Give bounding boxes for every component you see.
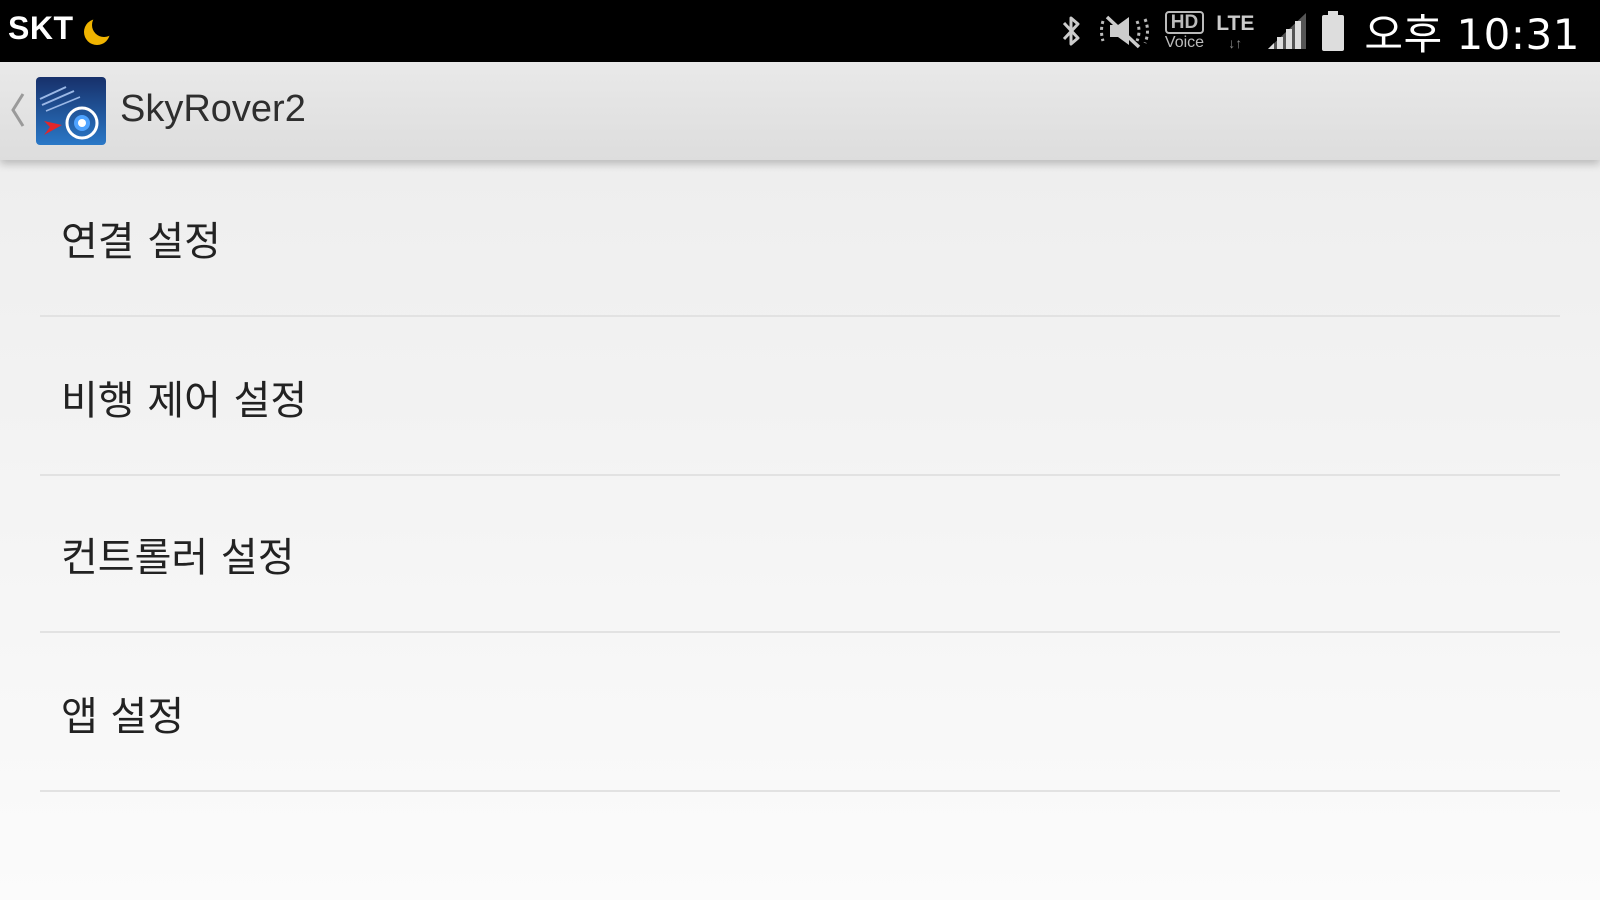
signal-icon [1268, 13, 1307, 49]
app-title: SkyRover2 [120, 88, 306, 130]
bluetooth-icon [1062, 16, 1080, 46]
list-item-app-settings[interactable]: 앱 설정 [40, 635, 1560, 792]
battery-icon [1322, 11, 1345, 51]
app-logo-icon[interactable] [36, 77, 106, 145]
mute-icon [1099, 15, 1149, 49]
hd-voice-icon: HD Voice [1164, 11, 1205, 51]
list-item-label: 앱 설정 [61, 693, 185, 740]
carrier-label: SKT [8, 10, 74, 46]
status-icons: HD Voice LTE ↓↑ 오후 10:31 [1059, 0, 1580, 62]
lte-label: LTE [1216, 11, 1255, 35]
hd-label: HD [1164, 11, 1205, 34]
list-item-label: 연결 설정 [61, 218, 221, 265]
voice-label: Voice [1164, 34, 1205, 51]
list-item-connection-settings[interactable]: 연결 설정 [40, 160, 1560, 317]
list-item-label: 비행 제어 설정 [61, 377, 308, 424]
status-bar: SKT HD Voice LTE ↓↑ 오후 10:31 [0, 0, 1600, 62]
back-chevron-icon[interactable] [8, 90, 28, 130]
lte-arrows: ↓↑ [1228, 34, 1243, 51]
action-bar: SkyRover2 [0, 62, 1600, 160]
list-item-label: 컨트롤러 설정 [61, 534, 295, 581]
list-item-flight-control-settings[interactable]: 비행 제어 설정 [40, 319, 1560, 476]
lte-icon: LTE ↓↑ [1216, 13, 1254, 50]
settings-list: 연결 설정 비행 제어 설정 컨트롤러 설정 앱 설정 [0, 160, 1600, 900]
clock: 오후 10:31 [1364, 9, 1580, 59]
moon-icon [84, 14, 114, 45]
list-item-controller-settings[interactable]: 컨트롤러 설정 [40, 476, 1560, 633]
